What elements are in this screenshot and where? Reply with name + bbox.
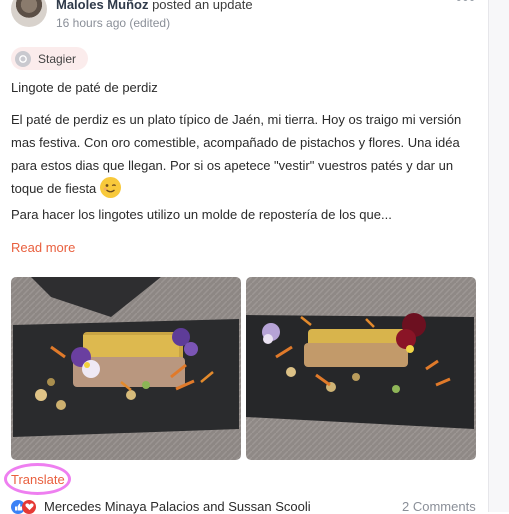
post-excerpt: Para hacer los lingotes utilizo un molde… xyxy=(11,207,392,222)
winking-face-emoji xyxy=(99,177,121,198)
author-name[interactable]: Maloles Muñoz xyxy=(56,0,148,12)
member-badge: Stagier xyxy=(11,47,89,70)
heart-icon xyxy=(22,499,36,514)
post-title: Lingote de paté de perdiz xyxy=(11,80,158,95)
scroll-gutter xyxy=(488,0,509,512)
post-body-text: El paté de perdiz es un plato típico de … xyxy=(11,112,462,196)
read-more-link[interactable]: Read more xyxy=(11,240,75,255)
badge-icon xyxy=(15,50,31,67)
author-line: Maloles Muñoz posted an update xyxy=(56,0,253,12)
post-photo-2[interactable] xyxy=(246,277,476,460)
post-action: posted an update xyxy=(152,0,253,12)
translate-link[interactable]: Translate xyxy=(11,472,65,487)
badge-label: Stagier xyxy=(38,51,77,66)
post-photo-1[interactable] xyxy=(11,277,241,460)
post-timestamp[interactable]: 16 hours ago (edited) xyxy=(56,16,170,30)
post-body: El paté de perdiz es un plato típico de … xyxy=(11,108,481,200)
author-avatar[interactable] xyxy=(11,0,47,27)
more-options-icon[interactable]: ••• xyxy=(456,0,476,9)
